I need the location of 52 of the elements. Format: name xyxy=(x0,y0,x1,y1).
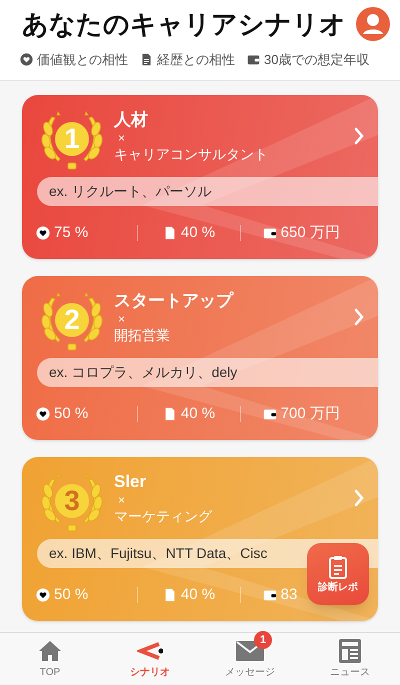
cross-mark: × xyxy=(118,131,126,145)
rank-number: 2 xyxy=(63,303,81,337)
report-button[interactable]: 診断レポ xyxy=(307,543,369,605)
cross-mark: × xyxy=(118,312,126,326)
scenario-card[interactable]: 1 人材 × キャリアコンサルタント ex. リクルート、パーソル 75 % 40 % 650 万円 xyxy=(22,95,378,259)
rank-number: 3 xyxy=(63,484,81,518)
wallet-icon xyxy=(262,588,277,602)
page-title: あなたのキャリアシナリオ xyxy=(22,8,346,41)
news-icon xyxy=(339,639,361,663)
stat-value: 40 % xyxy=(180,404,216,424)
stat-value: 83 xyxy=(280,585,298,605)
document-icon xyxy=(162,226,177,240)
legend-label: 価値観との相性 xyxy=(37,51,128,69)
job-title: 開拓営業 xyxy=(114,326,171,344)
stat-value: 650 万円 xyxy=(280,223,340,243)
example-companies: ex. コロプラ、メルカリ、dely xyxy=(37,358,378,387)
industry-name: 人材 xyxy=(114,109,149,131)
legend-label: 30歳での想定年収 xyxy=(264,51,370,69)
unread-badge: 1 xyxy=(254,631,272,649)
industry-name: Sler xyxy=(114,471,148,493)
profile-icon[interactable] xyxy=(356,7,390,41)
stat-value: 40 % xyxy=(180,223,216,243)
industry-name: スタートアップ xyxy=(114,290,233,312)
chevron-right-icon[interactable] xyxy=(354,127,364,145)
chevron-right-icon[interactable] xyxy=(354,489,364,507)
stat-value: 700 万円 xyxy=(280,404,340,424)
stat-value: 40 % xyxy=(180,585,216,605)
chevron-right-icon[interactable] xyxy=(354,308,364,326)
stat-value: 50 % xyxy=(54,585,88,605)
stat-value: 50 % xyxy=(54,404,88,424)
nav-tab[interactable]: シナリオ xyxy=(100,633,200,685)
clipboard-icon xyxy=(328,554,348,578)
nav-tab[interactable]: ニュース xyxy=(300,633,400,685)
chevron-left-icon xyxy=(137,641,163,661)
document-icon xyxy=(162,407,177,422)
stat-value: 75 % xyxy=(54,223,88,243)
legend-label: 経歴との相性 xyxy=(157,51,235,69)
nav-tab[interactable]: TOP xyxy=(0,633,100,685)
wallet-icon xyxy=(262,407,277,422)
mail-icon xyxy=(236,641,264,661)
wallet-icon xyxy=(262,226,277,240)
cross-mark: × xyxy=(118,493,126,507)
nav-tab[interactable]: 1 メッセージ xyxy=(200,633,300,685)
document-icon xyxy=(140,53,153,66)
document-icon xyxy=(162,588,177,602)
example-companies: ex. リクルート、パーソル xyxy=(37,177,378,206)
rank-number: 1 xyxy=(63,122,81,156)
scenario-card[interactable]: 2 スタートアップ × 開拓営業 ex. コロプラ、メルカリ、dely 50 % 40 % 700 万円 xyxy=(22,276,378,440)
home-icon xyxy=(38,640,62,662)
job-title: マーケティング xyxy=(114,507,212,525)
wallet-icon xyxy=(247,53,260,66)
job-title: キャリアコンサルタント xyxy=(114,145,268,163)
